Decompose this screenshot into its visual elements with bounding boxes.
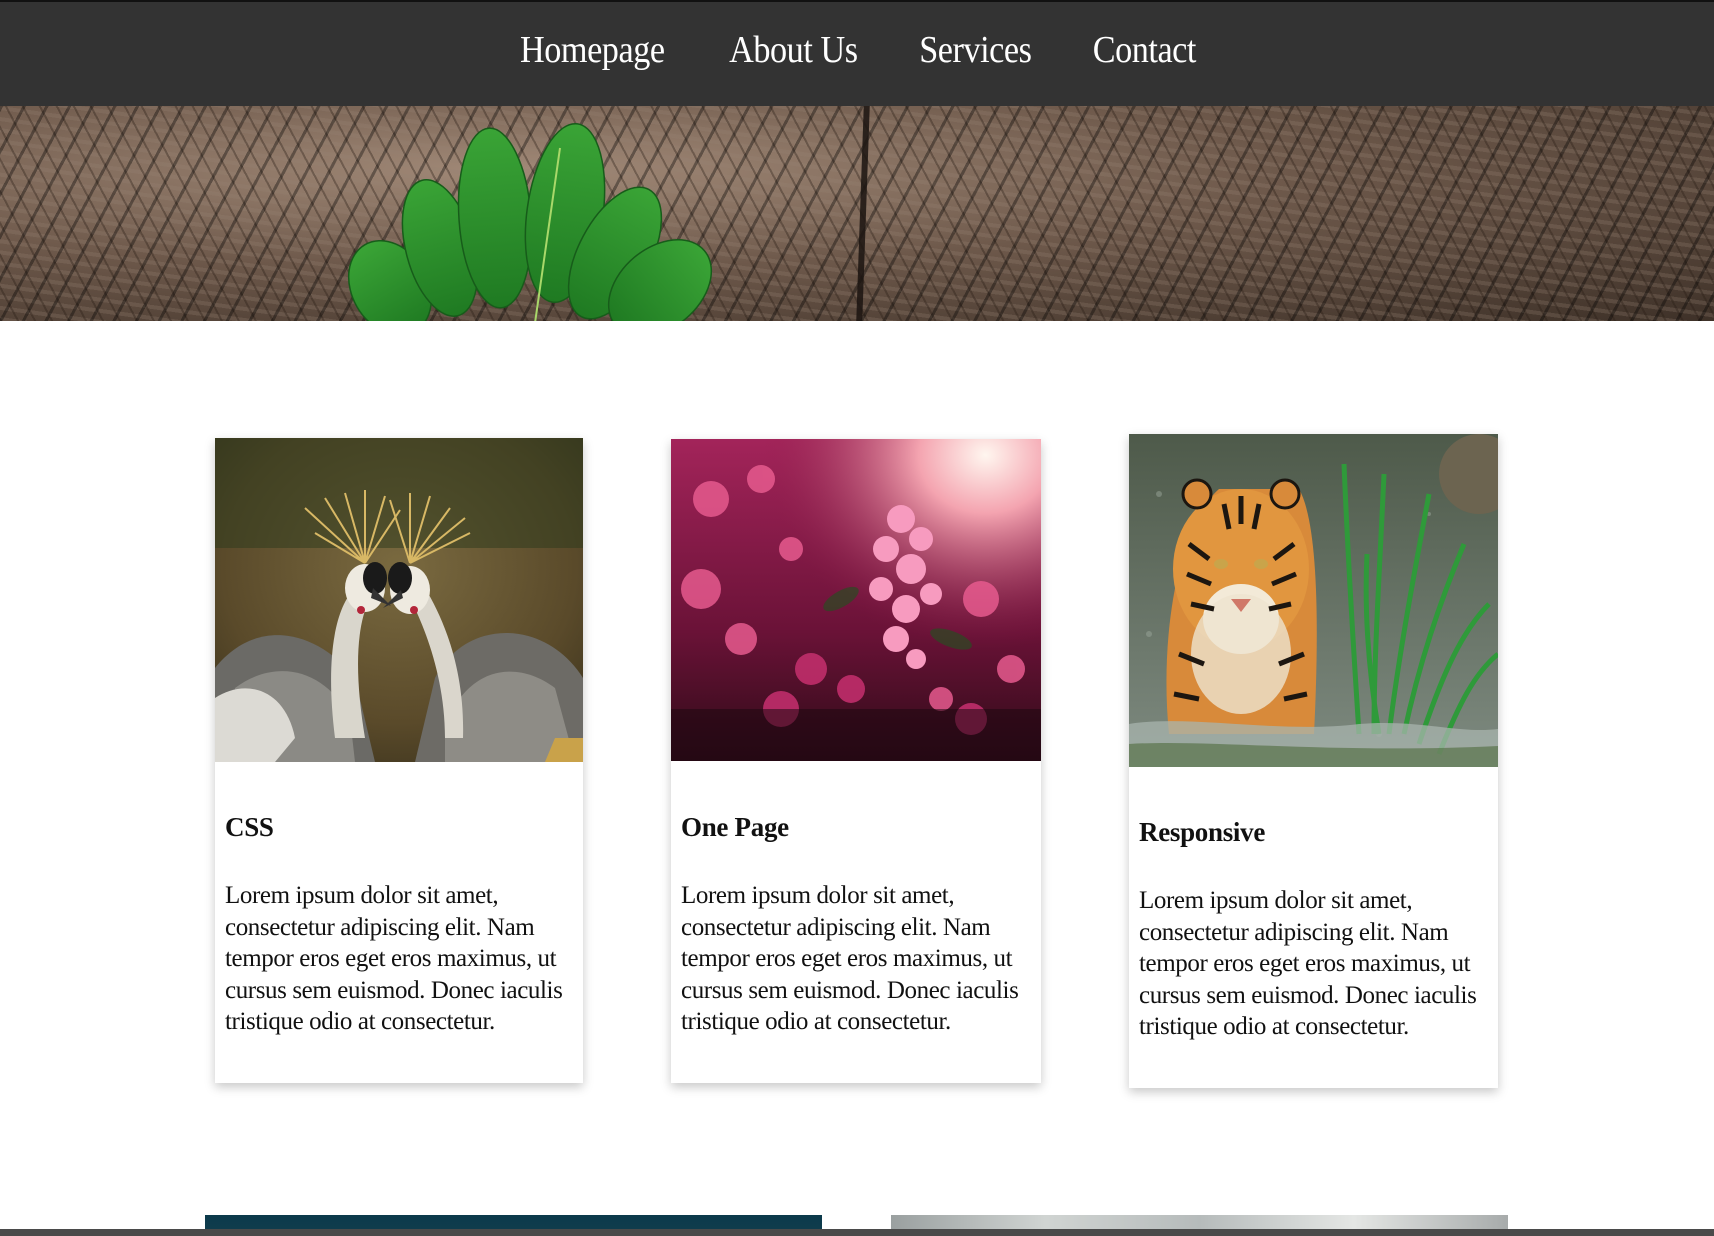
pink-flowers-photo [671, 439, 1041, 761]
hero-banner-image [0, 106, 1714, 321]
nav-link-about-us[interactable]: About Us [729, 29, 858, 72]
bark-crack-decoration [856, 106, 870, 321]
feature-card-css: CSS Lorem ipsum dolor sit amet, consecte… [215, 438, 583, 1083]
nav-link-homepage[interactable]: Homepage [520, 29, 665, 72]
nav-item-contact: Contact [1087, 29, 1202, 72]
card-title: CSS [225, 812, 274, 842]
flowers-image [671, 439, 1041, 761]
card-text: Lorem ipsum dolor sit amet, consectetur … [1139, 887, 1477, 1041]
nav-item-about-us: About Us [722, 29, 865, 72]
green-leaf-image [347, 122, 713, 321]
page: Homepage About Us Services Contact CSS L… [0, 0, 1714, 1236]
card-text: Lorem ipsum dolor sit amet, consectetur … [681, 882, 1019, 1036]
card-text: Lorem ipsum dolor sit amet, consectetur … [225, 882, 563, 1036]
feature-card-responsive: Responsive Lorem ipsum dolor sit amet, c… [1129, 434, 1498, 1088]
crowned-cranes-photo [215, 438, 583, 762]
nav-item-homepage: Homepage [512, 29, 673, 72]
nav-link-services[interactable]: Services [920, 29, 1033, 72]
nav-link-contact[interactable]: Contact [1093, 29, 1197, 72]
tiger-in-water-photo [1129, 434, 1498, 767]
card-title: One Page [681, 812, 789, 842]
card-title: Responsive [1139, 817, 1266, 847]
tiger-image [1129, 434, 1498, 767]
nav-menu: Homepage About Us Services Contact [0, 2, 1714, 72]
cranes-image [215, 438, 583, 762]
nav-item-services: Services [913, 29, 1038, 72]
window-bottom-edge [0, 1229, 1714, 1236]
top-navigation-bar: Homepage About Us Services Contact [0, 0, 1714, 106]
feature-card-one-page: One Page Lorem ipsum dolor sit amet, con… [671, 439, 1041, 1083]
